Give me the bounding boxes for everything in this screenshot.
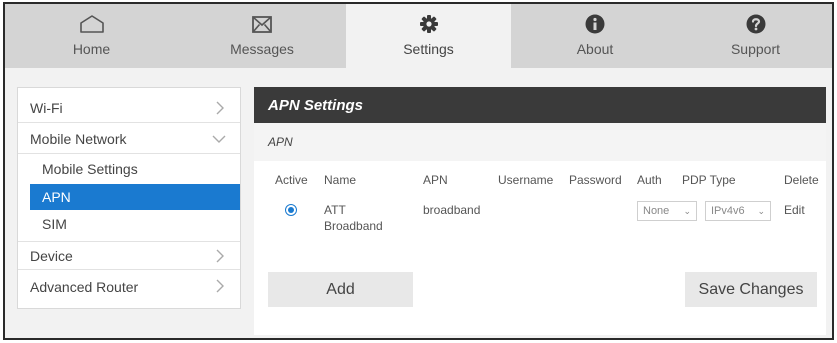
active-radio[interactable] xyxy=(285,204,297,216)
tab-messages[interactable]: Messages xyxy=(178,4,346,68)
sidebar-item-label: Advanced Router xyxy=(30,278,139,295)
col-header-active: Active xyxy=(275,173,308,187)
chevron-down-icon: ⌄ xyxy=(683,206,691,216)
tab-messages-label: Messages xyxy=(230,41,294,57)
pdp-type-select[interactable]: IPv4v6 ⌄ xyxy=(705,201,771,221)
sidebar-subitem-label: Mobile Settings xyxy=(42,161,138,177)
col-header-auth: Auth xyxy=(637,173,662,187)
sidebar-item-mobile-network[interactable]: Mobile Network xyxy=(18,125,240,154)
sidebar-item-device[interactable]: Device xyxy=(18,241,240,270)
save-changes-button[interactable]: Save Changes xyxy=(685,272,817,307)
sidebar-item-advanced-router[interactable]: Advanced Router xyxy=(18,272,240,301)
col-header-password: Password xyxy=(569,173,622,187)
top-nav: Home Messages Settings About Support xyxy=(5,4,832,68)
chevron-down-icon: ⌄ xyxy=(757,206,765,216)
add-button[interactable]: Add xyxy=(268,272,413,307)
sidebar-item-label: Wi-Fi xyxy=(30,100,63,116)
chevron-down-icon xyxy=(212,135,226,143)
sidebar-subitem-label: SIM xyxy=(42,216,67,232)
apn-name-line2: Broadband xyxy=(324,219,383,233)
sidebar-subitem-sim[interactable]: SIM xyxy=(30,211,240,237)
pdp-type-select-value: IPv4v6 xyxy=(711,205,745,217)
page-title: APN Settings xyxy=(254,87,826,123)
sidebar-subitem-label: APN xyxy=(42,189,71,205)
app-frame: Home Messages Settings About Support Wi-… xyxy=(3,2,834,340)
auth-select[interactable]: None ⌄ xyxy=(637,201,697,221)
col-header-apn: APN xyxy=(423,173,448,187)
tab-support[interactable]: Support xyxy=(679,4,832,68)
gear-icon xyxy=(419,12,439,36)
tab-support-label: Support xyxy=(730,41,781,57)
chevron-right-icon xyxy=(216,249,224,263)
envelope-icon xyxy=(252,12,272,36)
sidebar: Wi-Fi Mobile Network Mobile Settings APN… xyxy=(17,87,241,309)
chevron-right-icon xyxy=(216,101,224,115)
tab-about[interactable]: About xyxy=(511,4,679,68)
tab-home-label: Home xyxy=(72,41,111,57)
home-icon xyxy=(79,12,105,36)
apn-panel: APN Settings APN Active Name APN Usernam… xyxy=(254,87,826,335)
sidebar-subitem-mobile-settings[interactable]: Mobile Settings xyxy=(30,156,240,182)
apn-name-line1: ATT xyxy=(324,203,346,217)
info-icon xyxy=(585,12,605,36)
sidebar-item-wifi[interactable]: Wi-Fi xyxy=(18,94,240,123)
chevron-right-icon xyxy=(216,279,224,293)
apn-value: broadband xyxy=(423,203,481,217)
col-header-pdp-type: PDP Type xyxy=(682,173,736,187)
tab-home[interactable]: Home xyxy=(5,4,178,68)
auth-select-value: None xyxy=(643,205,670,217)
tab-settings[interactable]: Settings xyxy=(346,4,511,68)
edit-link[interactable]: Edit xyxy=(784,202,805,218)
section-title: APN xyxy=(254,123,826,161)
sidebar-subitem-apn[interactable]: APN xyxy=(30,184,240,210)
col-header-name: Name xyxy=(324,173,357,187)
tab-about-label: About xyxy=(576,41,614,57)
col-header-username: Username xyxy=(498,173,554,187)
tab-settings-label: Settings xyxy=(403,41,454,57)
sidebar-item-label: Device xyxy=(30,247,73,264)
col-header-delete: Delete xyxy=(784,173,819,187)
question-icon xyxy=(746,12,766,36)
sidebar-item-label: Mobile Network xyxy=(30,131,127,147)
